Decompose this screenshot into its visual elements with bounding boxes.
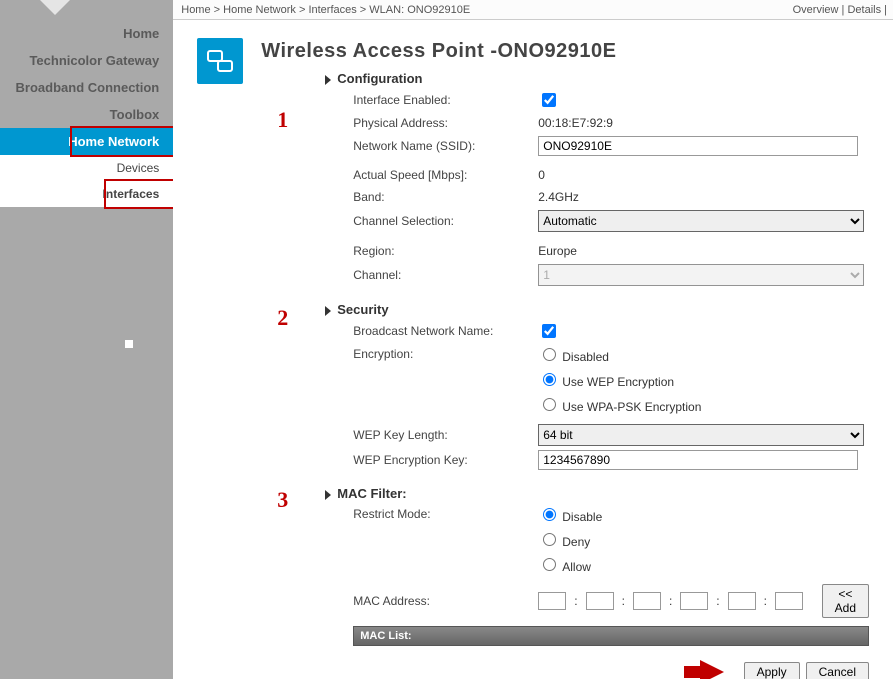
label-restrict-mode: Restrict Mode: <box>353 505 538 521</box>
section-security: Security <box>337 302 388 317</box>
sidebar-dot <box>125 340 133 348</box>
value-region: Europe <box>538 244 869 258</box>
radio-enc-disabled-wrap[interactable]: Disabled <box>538 345 609 364</box>
input-mac-5[interactable] <box>728 592 756 610</box>
label-wep-length: WEP Key Length: <box>353 428 538 442</box>
radio-mac-disable-wrap[interactable]: Disable <box>538 505 602 524</box>
select-channel-selection[interactable]: Automatic <box>538 210 864 232</box>
radio-enc-disabled[interactable] <box>543 348 556 361</box>
checkbox-interface-enabled[interactable] <box>542 93 556 107</box>
label-channel: Channel: <box>353 268 538 282</box>
input-mac-3[interactable] <box>633 592 661 610</box>
topbar: Home > Home Network > Interfaces > WLAN:… <box>173 0 893 20</box>
crumb-interfaces[interactable]: Interfaces <box>308 4 356 16</box>
crumb-home[interactable]: Home <box>181 4 210 16</box>
radio-mac-allow[interactable] <box>543 558 556 571</box>
annotation-step-1: 1 <box>277 107 288 133</box>
annotation-step-3: 3 <box>277 487 288 513</box>
crumb-current: WLAN: ONO92910E <box>369 4 470 16</box>
radio-mac-disable[interactable] <box>543 508 556 521</box>
select-channel: 1 <box>538 264 864 286</box>
nav-home[interactable]: Home <box>0 20 173 47</box>
value-actual-speed: 0 <box>538 168 869 182</box>
radio-enc-wpa-wrap[interactable]: Use WPA-PSK Encryption <box>538 395 701 414</box>
link-overview[interactable]: Overview <box>793 4 839 16</box>
crumb-home-network[interactable]: Home Network <box>223 4 296 16</box>
nav-sub-devices[interactable]: Devices <box>0 155 173 181</box>
radio-enc-wpa[interactable] <box>543 398 556 411</box>
page-title: Wireless Access Point -ONO92910E <box>261 40 869 63</box>
value-band: 2.4GHz <box>538 190 869 204</box>
label-region: Region: <box>353 244 538 258</box>
input-mac-4[interactable] <box>680 592 708 610</box>
apply-button[interactable]: Apply <box>744 662 800 679</box>
nav-toolbox[interactable]: Toolbox <box>0 101 173 128</box>
caret-icon <box>325 75 331 85</box>
label-ssid: Network Name (SSID): <box>353 139 538 153</box>
value-physical-address: 00:18:E7:92:9 <box>538 116 869 130</box>
input-ssid[interactable] <box>538 136 858 156</box>
label-wep-key: WEP Encryption Key: <box>353 453 538 467</box>
cancel-button[interactable]: Cancel <box>806 662 869 679</box>
input-wep-key[interactable] <box>538 450 858 470</box>
nav-home-network[interactable]: Home Network <box>0 128 173 155</box>
checkbox-broadcast[interactable] <box>542 324 556 338</box>
button-add-mac[interactable]: << Add <box>822 584 869 618</box>
caret-icon <box>325 306 331 316</box>
nav-broadband-connection[interactable]: Broadband Connection <box>0 74 173 101</box>
section-configuration: Configuration <box>337 71 422 86</box>
input-mac-6[interactable] <box>775 592 803 610</box>
label-encryption: Encryption: <box>353 345 538 361</box>
mac-list-header: MAC List: <box>353 626 869 646</box>
radio-enc-wep-wrap[interactable]: Use WEP Encryption <box>538 370 674 389</box>
sidebar-notch <box>35 0 75 15</box>
label-mac-address: MAC Address: <box>353 594 538 608</box>
label-band: Band: <box>353 190 538 204</box>
annotation-arrow-icon <box>700 660 724 679</box>
annotation-step-2: 2 <box>277 305 288 331</box>
label-broadcast: Broadcast Network Name: <box>353 324 538 338</box>
view-toggle: Overview | Details | <box>793 4 887 16</box>
label-actual-speed: Actual Speed [Mbps]: <box>353 168 538 182</box>
breadcrumb: Home > Home Network > Interfaces > WLAN:… <box>181 4 470 16</box>
link-details[interactable]: Details <box>847 4 881 16</box>
radio-mac-deny-wrap[interactable]: Deny <box>538 530 590 549</box>
nav-sub-interfaces[interactable]: Interfaces <box>0 181 173 207</box>
input-mac-2[interactable] <box>586 592 614 610</box>
radio-mac-allow-wrap[interactable]: Allow <box>538 555 591 574</box>
main: Home > Home Network > Interfaces > WLAN:… <box>173 0 893 679</box>
label-channel-selection: Channel Selection: <box>353 214 538 228</box>
label-interface-enabled: Interface Enabled: <box>353 93 538 107</box>
sidebar: Home Technicolor Gateway Broadband Conne… <box>0 0 173 679</box>
radio-mac-deny[interactable] <box>543 533 556 546</box>
wireless-icon <box>197 38 243 84</box>
caret-icon <box>325 490 331 500</box>
label-physical-address: Physical Address: <box>353 116 538 130</box>
radio-enc-wep[interactable] <box>543 373 556 386</box>
input-mac-1[interactable] <box>538 592 566 610</box>
nav-technicolor-gateway[interactable]: Technicolor Gateway <box>0 47 173 74</box>
select-wep-length[interactable]: 64 bit <box>538 424 864 446</box>
section-mac-filter: MAC Filter: <box>337 486 406 501</box>
